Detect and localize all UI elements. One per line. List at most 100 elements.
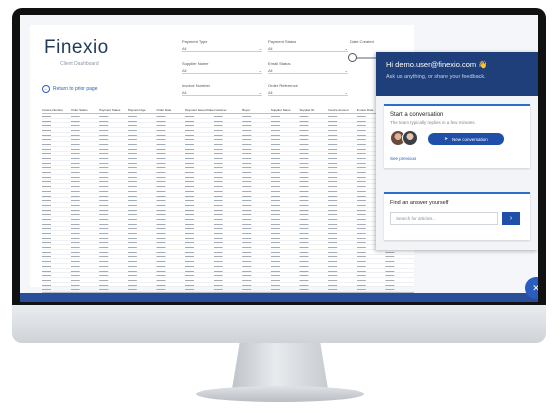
table-cell: ▬▬▬	[328, 207, 338, 212]
table-cell: ▬▬▬	[299, 179, 309, 184]
table-cell: ▬▬▬	[213, 123, 223, 128]
table-cell: ▬▬▬	[185, 151, 195, 156]
table-cell: ▬▬▬	[127, 207, 137, 212]
filter-dropdown[interactable]: Supplier Name All ⌄	[182, 61, 262, 74]
column-header[interactable]: Order Status	[71, 108, 100, 112]
table-cell: ▬▬▬	[127, 240, 137, 245]
table-cell: ▬▬▬	[185, 160, 195, 165]
table-cell: ▬▬▬	[127, 249, 137, 254]
table-cell: ▬▬▬	[185, 268, 195, 273]
table-cell: ▬▬▬	[213, 146, 223, 151]
column-header[interactable]: Invoice Number	[42, 108, 71, 112]
chevron-down-icon: ⌄	[344, 89, 348, 95]
table-cell: ▬▬▬	[270, 231, 280, 236]
filter-dropdown[interactable]: Payment Status All ⌄	[268, 39, 348, 52]
filter-dropdown[interactable]: Invoice Number All ⌄	[182, 83, 262, 96]
table-cell: ▬▬▬	[156, 170, 166, 175]
table-cell: ▬▬▬	[42, 282, 51, 287]
table-cell: ▬▬▬	[42, 198, 51, 203]
filter-dropdown[interactable]: Payment Type All ⌄	[182, 39, 262, 52]
table-cell: ▬▬▬	[328, 165, 338, 170]
column-header[interactable]: Order Date	[156, 108, 185, 112]
filter-select[interactable]: All ⌄	[182, 67, 262, 74]
back-link[interactable]: ← Return to prior page	[42, 85, 97, 93]
filter-select[interactable]: All ⌄	[182, 45, 262, 52]
table-cell: ▬▬▬	[42, 287, 51, 292]
table-cell: ▬▬▬	[213, 113, 223, 118]
new-conversation-button[interactable]: ➤ New conversation	[428, 133, 504, 145]
table-cell: ▬▬▬	[328, 179, 338, 184]
table-cell: ▬▬▬	[213, 254, 223, 259]
column-header[interactable]: Supplier Name	[271, 108, 300, 112]
table-cell: ▬▬▬	[70, 216, 80, 221]
table-cell: ▬▬▬	[270, 174, 280, 179]
table-cell: ▬▬▬	[156, 231, 166, 236]
column-header[interactable]: Payment Issued Date	[185, 108, 214, 112]
table-cell: ▬▬▬	[99, 179, 109, 184]
table-cell: ▬▬▬	[70, 123, 80, 128]
filter-dropdown[interactable]: Email Status All ⌄	[268, 61, 348, 74]
table-cell: ▬▬▬	[99, 113, 109, 118]
table-cell: ▬▬▬	[99, 146, 109, 151]
table-cell: ▬▬▬	[242, 268, 252, 273]
table-cell: ▬▬▬	[356, 273, 366, 278]
table-cell: ▬▬▬	[242, 156, 252, 161]
column-header[interactable]: Payment Age	[128, 108, 157, 112]
table-cell: ▬▬▬	[270, 146, 280, 151]
see-previous-link[interactable]: See previous	[390, 156, 416, 161]
table-cell: ▬▬▬	[99, 268, 109, 273]
table-cell: ▬▬▬	[299, 198, 309, 203]
table-cell: ▬▬▬	[70, 118, 80, 123]
filter-select[interactable]: All ⌄	[268, 67, 348, 74]
table-cell: ▬▬▬	[270, 179, 280, 184]
table-cell: ▬▬▬	[328, 156, 338, 161]
column-header[interactable]: Customer	[214, 108, 243, 112]
table-cell: ▬▬▬	[127, 226, 137, 231]
table-cell: ▬▬▬	[99, 259, 109, 264]
table-cell: ▬▬▬	[328, 231, 338, 236]
chevron-down-icon: ⌄	[258, 67, 262, 73]
date-slider-handle[interactable]	[348, 53, 357, 62]
table-cell: ▬▬▬	[270, 151, 280, 156]
column-header[interactable]: Payment Status	[99, 108, 128, 112]
filter-select[interactable]: All ⌄	[182, 89, 262, 96]
table-cell: ▬▬▬	[185, 221, 195, 226]
table-cell: ▬▬▬	[242, 207, 252, 212]
table-cell: ▬▬▬	[42, 263, 51, 268]
table-cell: ▬▬▬	[213, 127, 223, 132]
table-cell: ▬▬▬	[242, 263, 252, 268]
table-cell: ▬▬▬	[328, 273, 338, 278]
column-header[interactable]: Buyer	[242, 108, 271, 112]
table-cell: ▬▬▬	[42, 221, 51, 226]
table-cell: ▬▬▬	[213, 235, 223, 240]
table-cell: ▬▬▬	[156, 193, 166, 198]
table-cell: ▬▬▬	[270, 216, 280, 221]
table-cell: ▬▬▬	[70, 141, 80, 146]
table-cell: ▬▬▬	[127, 282, 137, 287]
filter-select[interactable]: All ⌄	[268, 89, 348, 96]
column-header[interactable]: Invoice Amount	[328, 108, 357, 112]
table-cell: ▬▬▬	[242, 259, 252, 264]
table-cell: ▬▬▬	[328, 127, 338, 132]
table-cell: ▬▬▬	[270, 282, 280, 287]
article-search-input[interactable]: Search for articles...	[390, 212, 498, 225]
table-cell: ▬▬▬	[242, 141, 252, 146]
table-cell: ▬▬▬	[127, 254, 137, 259]
filter-select[interactable]: All ⌄	[268, 45, 348, 52]
table-cell: ▬▬▬	[299, 212, 309, 217]
table-cell: ▬▬▬	[242, 188, 252, 193]
filter-dropdown[interactable]: Order Reference All ⌄	[268, 83, 348, 96]
table-cell: ▬▬▬	[299, 193, 309, 198]
table-cell: ▬▬▬	[99, 118, 109, 123]
table-cell: ▬▬▬	[127, 193, 137, 198]
search-submit-button[interactable]: ›	[502, 212, 520, 225]
table-cell: ▬▬▬	[99, 184, 109, 189]
table-cell: ▬▬▬	[299, 277, 309, 282]
table-cell: ▬▬▬	[270, 240, 280, 245]
table-cell: ▬▬▬	[42, 235, 51, 240]
filter-label: Payment Type	[182, 39, 208, 44]
table-cell: ▬▬▬	[70, 165, 80, 170]
filter-label: Payment Status	[268, 39, 297, 44]
table-cell: ▬▬▬	[70, 212, 80, 217]
column-header[interactable]: Supplier ID	[299, 108, 328, 112]
